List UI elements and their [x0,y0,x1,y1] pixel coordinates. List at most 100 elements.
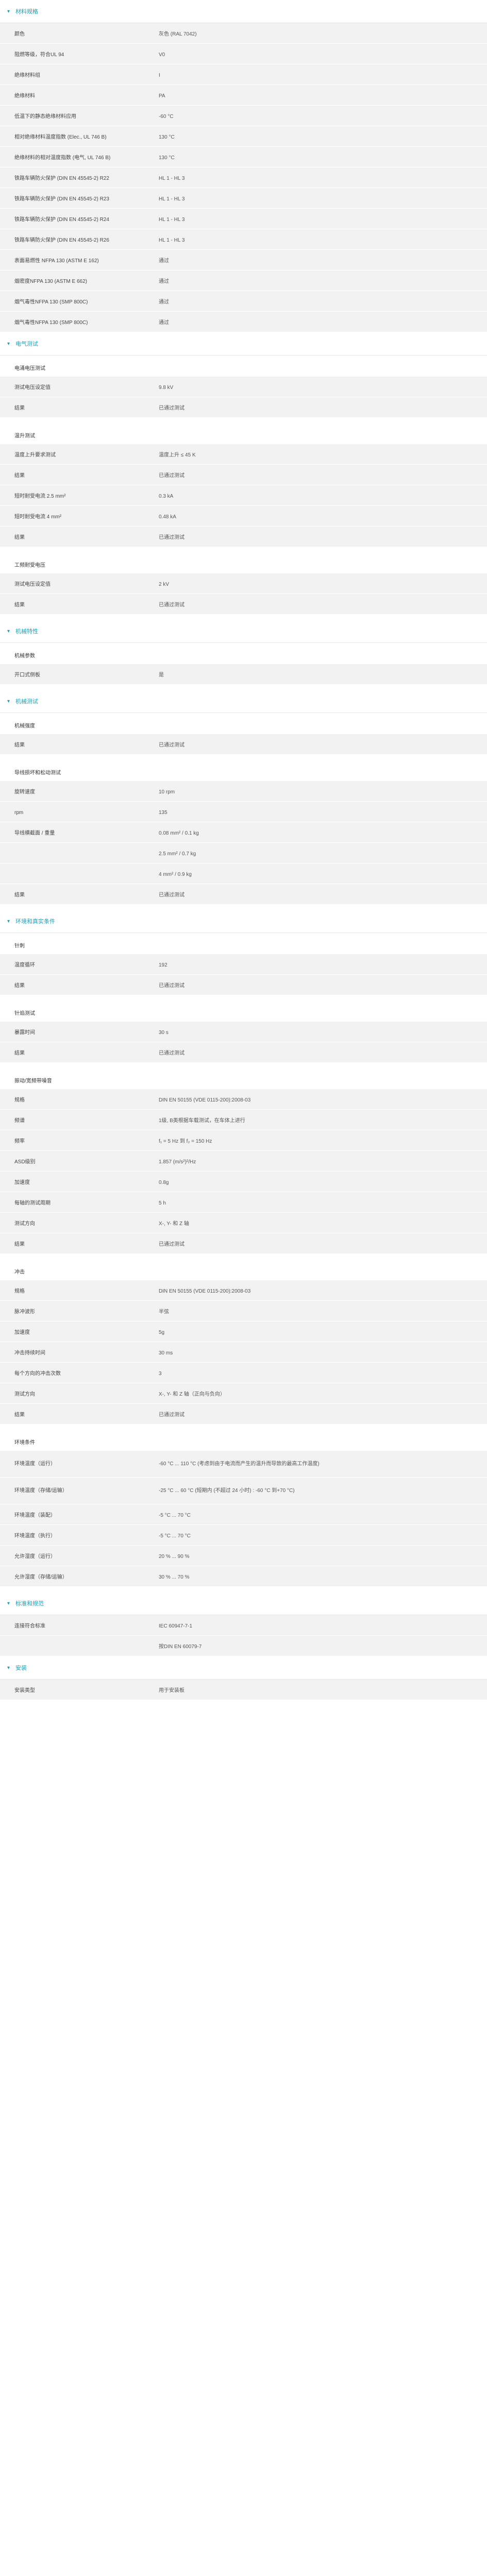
spec-section: ▾ 机械特性 机械参数 开口式侧板 是 [0,620,487,690]
spec-row: 测试电压设定值 9.8 kV [0,377,487,397]
spec-row: 短时耐受电流 2.5 mm² 0.3 kA [0,485,487,506]
spec-label: 结果 [14,983,25,989]
spec-value: 已通过测试 [159,473,184,479]
spec-row: rpm 135 [0,802,487,822]
section-header[interactable]: ▾ 机械特性 [0,620,487,643]
spec-value: 已通过测试 [159,892,184,898]
section-header[interactable]: ▾ 电气测试 [0,332,487,355]
spec-value: 通过 [159,299,169,305]
spec-row: 绝缘材料的相对温度指数 (电气, UL 746 B) 130 °C [0,147,487,167]
spec-row: 环境温度（存储/运输） -25 °C ... 60 °C (短期内 (不超过 24… [0,1478,487,1504]
spec-section: ▾ 机械测试 机械强度 结果 已通过测试 导线损坏和松动测试 旋转速度 10 rpm rpm 13… [0,690,487,910]
spec-label: 规格 [14,1289,25,1294]
spec-label: 结果 [14,892,25,898]
spec-row: 低温下的静态绝缘材料应用 -60 °C [0,106,487,126]
spec-label: 铁路车辆防火保护 (DIN EN 45545-2) R23 [14,196,109,202]
spec-label: 冲击持续时间 [14,1350,45,1356]
chevron-down-icon: ▾ [7,698,10,704]
subsection-title: 冲击 [0,1259,487,1280]
spec-value: 按DIN EN 60079-7 [159,1644,202,1650]
spec-label [0,1636,144,1656]
spec-row: 加速度 0.8g [0,1172,487,1192]
spec-label: ASD级别 [14,1159,36,1165]
subsection-title: 温升测试 [0,423,487,444]
subsection-title: 导线损坏和松动测试 [0,760,487,781]
spec-label: 绝缘材料的相对温度指数 (电气, UL 746 B) [14,155,111,161]
spec-row: 温度上升要求测试 温度上升 ≤ 45 K [0,444,487,465]
spec-value: PA [159,93,165,99]
spec-label: 绝缘材料组 [14,73,40,78]
spec-value: 20 % ... 90 % [159,1554,190,1560]
spec-label: 表面易燃性 NFPA 130 (ASTM E 162) [14,258,99,264]
spec-value: 已通过测试 [159,742,184,748]
spec-label: 环境温度（存储/运输） [14,1488,68,1494]
spec-row: 旋转速度 10 rpm [0,781,487,802]
spec-row: 4 mm² / 0.9 kg [0,863,487,884]
spec-label [0,843,144,863]
spec-value: 1.857 (m/s²)²/Hz [159,1159,196,1165]
section-title: 机械测试 [15,699,38,705]
spec-row: 结果 已通过测试 [0,465,487,485]
spec-value: 是 [159,672,164,678]
spec-row: 允许湿度（存储/运输） 30 % ... 70 % [0,1566,487,1587]
spec-row: 结果 已通过测试 [0,397,487,418]
spec-row: 铁路车辆防火保护 (DIN EN 45545-2) R26 HL 1 - HL 3 [0,229,487,250]
subsection-title: 环境条件 [0,1430,487,1451]
spec-label: 开口式侧板 [14,672,40,678]
spec-value: 0.3 kA [159,494,174,499]
spec-value: HL 1 - HL 3 [159,196,185,202]
spec-label: 铁路车辆防火保护 (DIN EN 45545-2) R22 [14,176,109,181]
spec-value: 通过 [159,320,169,326]
spec-row: 结果 已通过测试 [0,594,487,615]
chevron-down-icon: ▾ [7,628,10,634]
spec-label: 环境温度（运行） [14,1461,56,1467]
spec-label: 旋转速度 [14,789,35,795]
spec-row: 连接符合标准 IEC 60947-7-1 [0,1615,487,1636]
spec-section: ▾ 材料规格 颜色 灰色 (RAL 7042) 阻燃等级，符合UL 94 V0 绝缘材料组 I… [0,0,487,332]
spec-label: 测试电压设定值 [14,582,51,587]
spec-label: 结果 [14,535,25,540]
spec-row: 测试电压设定值 2 kV [0,573,487,594]
spec-label: 结果 [14,742,25,748]
spec-row: 规格 DIN EN 50155 (VDE 0115-200):2008-03 [0,1089,487,1110]
section-header[interactable]: ▾ 环境和真实条件 [0,910,487,933]
spec-row: 安装类型 用于安装板 [0,1680,487,1700]
spec-label: 每轴的测试周期 [14,1200,51,1206]
spec-row: 频率 f₁ = 5 Hz 到 f₂ = 150 Hz [0,1130,487,1151]
spec-row: 环境温度（运行） -60 °C ... 110 °C (考虑到由于电流而产生的温升… [0,1451,487,1478]
chevron-down-icon: ▾ [7,1665,10,1671]
spec-value: 2 kV [159,582,170,587]
spec-label: 环境温度（执行） [14,1533,56,1539]
spec-label: 安装类型 [14,1688,35,1693]
section-header[interactable]: ▾ 材料规格 [0,0,487,23]
spec-value: 0.8g [159,1180,169,1185]
spec-row: 暴露时间 30 s [0,1022,487,1042]
spec-label: 铁路车辆防火保护 (DIN EN 45545-2) R26 [14,238,109,243]
spec-row: 脉冲波形 半弦 [0,1301,487,1321]
spec-row: 按DIN EN 60079-7 [0,1636,487,1656]
subsection-title: 振动/宽频带噪音 [0,1068,487,1089]
chevron-down-icon: ▾ [7,1600,10,1606]
section-header[interactable]: ▾ 安装 [0,1656,487,1680]
spec-value: 0.48 kA [159,514,176,520]
spec-label: 烟密度NFPA 130 (ASTM E 662) [14,279,87,284]
spec-row: 颜色 灰色 (RAL 7042) [0,23,487,44]
spec-row: 结果 已通过测试 [0,1042,487,1063]
spec-value: 已通过测试 [159,405,184,411]
spec-label: 允许湿度（存储/运输） [14,1574,68,1580]
section-title: 环境和真实条件 [15,919,55,925]
spec-value: 30 s [159,1030,169,1036]
spec-row: 相对绝缘材料温度指数 (Elec., UL 746 B) 130 °C [0,126,487,147]
section-header[interactable]: ▾ 机械测试 [0,690,487,713]
spec-row: 结果 已通过测试 [0,884,487,905]
spec-row: 加速度 5g [0,1321,487,1342]
section-header[interactable]: ▾ 标准和规范 [0,1592,487,1615]
spec-label: rpm [14,810,24,816]
spec-value: 135 [159,810,167,816]
spec-value: f₁ = 5 Hz 到 f₂ = 150 Hz [159,1139,212,1144]
spec-value: -60 °C ... 110 °C (考虑到由于电流而产生的温升而导致的最高工作… [159,1461,320,1467]
spec-label: 结果 [14,602,25,608]
